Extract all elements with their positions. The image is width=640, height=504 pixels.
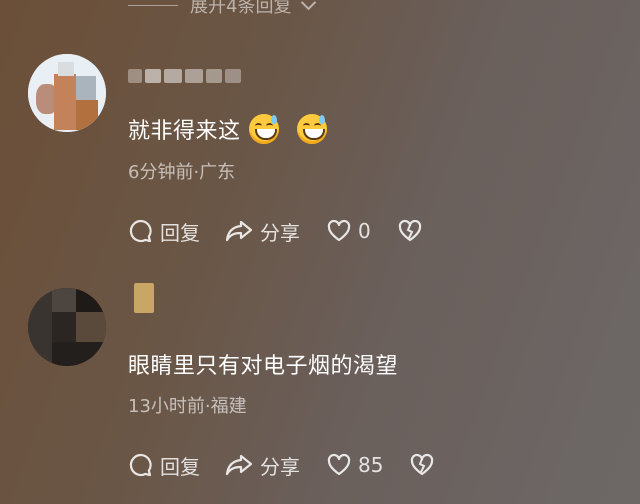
reply-label: 回复: [160, 220, 200, 245]
like-count: 85: [358, 453, 384, 477]
like-button[interactable]: 85: [326, 453, 383, 477]
username-blurred[interactable]: [134, 283, 154, 313]
share-button[interactable]: 分享: [224, 217, 300, 246]
dislike-button[interactable]: [409, 453, 435, 477]
heart-icon: [327, 219, 351, 242]
grin-sweat-emoji-icon: [248, 114, 279, 144]
reply-icon: [129, 453, 152, 477]
avatar[interactable]: [28, 54, 106, 132]
chevron-down-icon: [301, 0, 317, 10]
comment-meta: 13小时前·福建: [128, 396, 247, 417]
comment-text: 就非得来这: [128, 113, 327, 145]
like-button[interactable]: 0: [326, 219, 371, 243]
expand-replies-button[interactable]: 展开4条回复: [128, 0, 317, 18]
comment-meta: 6分钟前·广东: [128, 162, 236, 183]
comment-text: 眼睛里只有对电子烟的渴望: [128, 354, 399, 379]
grin-sweat-emoji-icon: [296, 114, 327, 144]
avatar[interactable]: [28, 288, 106, 366]
comment-actions: 回复 分享 0: [128, 216, 423, 246]
comment-text-label: 就非得来这: [128, 119, 241, 144]
username-blurred[interactable]: [128, 68, 241, 84]
heart-icon: [327, 453, 351, 476]
like-count: 0: [358, 219, 371, 243]
reply-icon: [129, 219, 152, 243]
comment-actions: 回复 分享 85: [128, 450, 435, 480]
reply-label: 回复: [160, 454, 200, 479]
broken-heart-icon: [398, 219, 421, 242]
share-icon: [225, 220, 253, 242]
expand-replies-label: 展开4条回复: [190, 0, 292, 17]
reply-button[interactable]: 回复: [128, 451, 200, 480]
broken-heart-icon: [411, 453, 434, 476]
share-button[interactable]: 分享: [224, 451, 300, 480]
share-icon: [225, 454, 253, 476]
reply-button[interactable]: 回复: [128, 217, 200, 246]
dislike-button[interactable]: [397, 219, 423, 243]
share-label: 分享: [260, 220, 300, 245]
share-label: 分享: [260, 454, 300, 479]
divider-line: [128, 4, 178, 6]
